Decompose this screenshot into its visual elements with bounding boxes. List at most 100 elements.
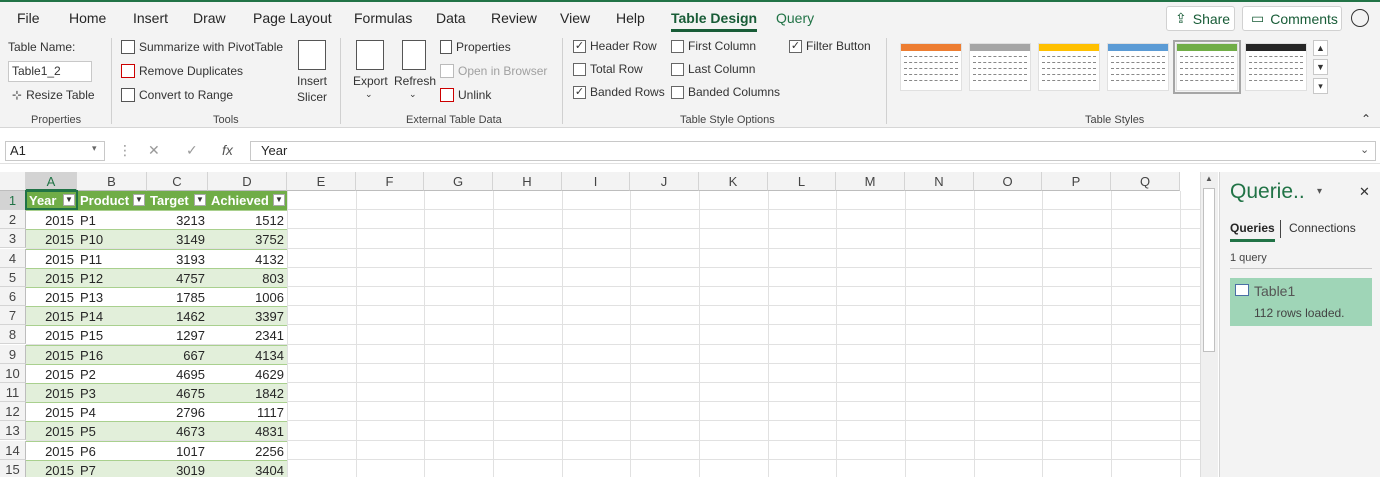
resize-table-button[interactable]: ⊹ Resize Table [12, 88, 95, 102]
column-header[interactable]: M [836, 172, 905, 191]
table-cell[interactable]: P2 [77, 363, 147, 383]
table-cell[interactable]: 3404 [208, 459, 287, 477]
tab-query[interactable]: Query [776, 10, 814, 26]
row-header[interactable]: 13 [0, 421, 26, 441]
worksheet-grid[interactable]: A B C D E F G H I J K L M N O P Q 1 2 3 4 5 6 7 8 9 10 11 12 13 14 15 Ye… [0, 172, 1200, 477]
table-cell[interactable]: P4 [77, 402, 147, 422]
convert-to-range-button[interactable]: Convert to Range [121, 88, 233, 102]
column-header[interactable]: B [77, 172, 147, 191]
table-cell[interactable]: 2015 [26, 440, 77, 460]
table-header-cell[interactable]: Product ▼ [77, 191, 147, 210]
gallery-more-icon[interactable]: ▾ [1313, 78, 1328, 94]
table-cell[interactable]: P6 [77, 440, 147, 460]
tab-formulas[interactable]: Formulas [354, 10, 412, 26]
table-cell[interactable]: 1297 [147, 325, 208, 345]
insert-slicer-label-1[interactable]: Insert [297, 74, 327, 88]
table-cell[interactable]: P11 [77, 248, 147, 268]
gallery-up-icon[interactable]: ▲ [1313, 40, 1328, 56]
table-cell[interactable]: 2015 [26, 344, 77, 364]
table-cell[interactable]: 1006 [208, 287, 287, 306]
table-header-cell[interactable]: Target ▼ [147, 191, 208, 210]
table-cell[interactable]: 2796 [147, 402, 208, 422]
table-cell[interactable]: 4134 [208, 344, 287, 364]
insert-function-icon[interactable]: fx [222, 142, 233, 158]
table-cell[interactable]: 4132 [208, 248, 287, 268]
pane-menu-icon[interactable]: ▾ [1317, 186, 1322, 197]
column-header[interactable]: L [768, 172, 836, 191]
table-cell[interactable]: P12 [77, 267, 147, 287]
refresh-icon[interactable] [402, 40, 426, 70]
table-cell[interactable]: 3397 [208, 306, 287, 326]
table-cell[interactable]: 4831 [208, 421, 287, 441]
table-cell[interactable]: 2015 [26, 402, 77, 422]
table-style-swatch[interactable] [1245, 43, 1307, 91]
table-cell[interactable]: 2015 [26, 363, 77, 383]
table-cell[interactable]: P13 [77, 287, 147, 306]
slicer-icon[interactable] [298, 40, 326, 70]
banded-columns-checkbox[interactable]: Banded Columns [671, 85, 780, 99]
row-header[interactable]: 9 [0, 344, 26, 364]
row-header[interactable]: 4 [0, 248, 26, 268]
tab-draw[interactable]: Draw [193, 10, 226, 26]
table-style-swatch[interactable] [969, 43, 1031, 91]
table-cell[interactable]: 803 [208, 267, 287, 287]
row-header[interactable]: 10 [0, 363, 26, 383]
table-cell[interactable]: P5 [77, 421, 147, 441]
chevron-down-icon[interactable]: ⌄ [409, 89, 417, 100]
comments-button[interactable]: ▭ Comments [1242, 6, 1342, 31]
filter-dropdown-icon[interactable]: ▼ [133, 194, 145, 206]
table-cell[interactable]: 1785 [147, 287, 208, 306]
table-cell[interactable]: 4675 [147, 383, 208, 402]
column-header[interactable]: Q [1111, 172, 1180, 191]
tab-file[interactable]: File [17, 10, 40, 26]
column-header[interactable]: N [905, 172, 974, 191]
open-in-browser-button[interactable]: Open in Browser [440, 64, 547, 78]
chevron-down-icon[interactable]: ⌄ [365, 89, 373, 100]
tab-insert[interactable]: Insert [133, 10, 168, 26]
table-header-cell[interactable]: Achieved ▼ [208, 191, 287, 210]
tab-connections[interactable]: Connections [1289, 221, 1356, 235]
table-cell[interactable]: 2015 [26, 306, 77, 326]
formula-input[interactable]: Year [250, 141, 1376, 161]
table-name-input[interactable]: Table1_2 [8, 61, 92, 82]
total-row-checkbox[interactable]: Total Row [573, 62, 643, 76]
table-cell[interactable]: P3 [77, 383, 147, 402]
table-cell[interactable]: 2341 [208, 325, 287, 345]
row-header[interactable]: 2 [0, 210, 26, 230]
row-header[interactable]: 14 [0, 440, 26, 460]
row-header[interactable]: 3 [0, 229, 26, 249]
table-cell[interactable]: 2015 [26, 229, 77, 249]
export-icon[interactable] [356, 40, 384, 70]
table-cell[interactable]: 2015 [26, 421, 77, 441]
table-cell[interactable]: 4695 [147, 363, 208, 383]
tab-table-design[interactable]: Table Design [671, 10, 758, 32]
table-cell[interactable]: 2015 [26, 287, 77, 306]
table-cell[interactable]: 2015 [26, 210, 77, 230]
table-cell[interactable]: 1842 [208, 383, 287, 402]
row-header[interactable]: 15 [0, 459, 26, 477]
row-header[interactable]: 11 [0, 383, 26, 402]
tab-queries[interactable]: Queries [1230, 221, 1275, 242]
table-cell[interactable]: 3019 [147, 459, 208, 477]
column-header[interactable]: O [974, 172, 1042, 191]
close-icon[interactable]: ✕ [1359, 184, 1370, 200]
column-header[interactable]: F [356, 172, 424, 191]
collapse-ribbon-icon[interactable]: ⌃ [1361, 112, 1371, 126]
refresh-label[interactable]: Refresh [394, 74, 436, 88]
cancel-icon[interactable]: ✕ [148, 142, 160, 159]
table-cell[interactable]: 4629 [208, 363, 287, 383]
tab-home[interactable]: Home [69, 10, 106, 26]
row-header[interactable]: 8 [0, 325, 26, 345]
table-cell[interactable]: 3149 [147, 229, 208, 249]
table-cell[interactable]: 1512 [208, 210, 287, 230]
column-header[interactable]: J [630, 172, 699, 191]
feedback-smiley-icon[interactable] [1351, 9, 1369, 27]
expand-formula-bar-icon[interactable]: ⌄ [1360, 143, 1369, 156]
row-header[interactable]: 1 [0, 191, 26, 210]
table-cell[interactable]: 667 [147, 344, 208, 364]
remove-duplicates-button[interactable]: Remove Duplicates [121, 64, 243, 78]
tab-view[interactable]: View [560, 10, 590, 26]
filter-dropdown-icon[interactable]: ▼ [194, 194, 206, 206]
tab-help[interactable]: Help [616, 10, 645, 26]
table-cell[interactable]: 3752 [208, 229, 287, 249]
